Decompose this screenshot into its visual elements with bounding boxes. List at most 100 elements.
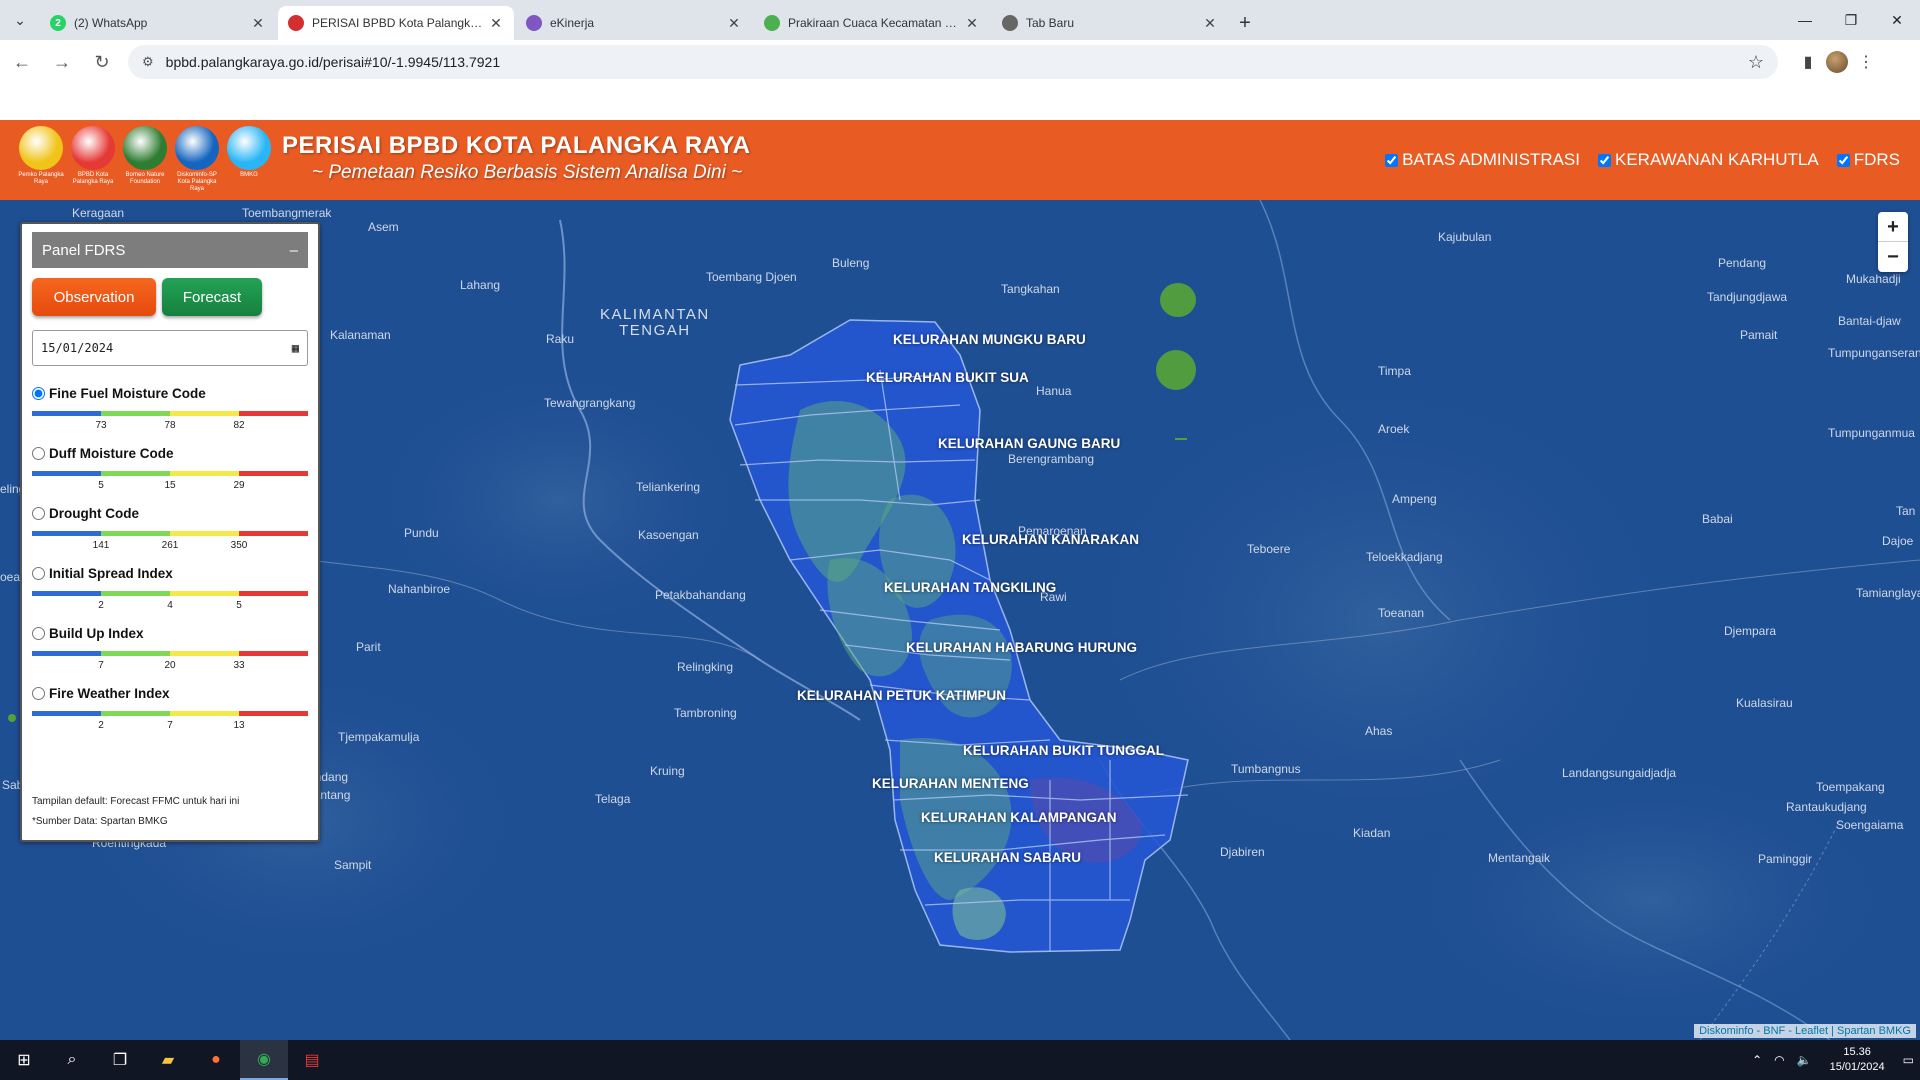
partner-logos: Pemko Palangka Raya BPBD Kota Palangka Ra… [18,126,272,193]
tick-label: 7 [167,720,173,731]
firefox-icon[interactable]: ● [192,1040,240,1080]
browser-address-bar: ← → ↻ ⚙ bpbd.palangkaraya.go.id/perisai#… [0,40,1920,84]
tray-chevron-icon[interactable]: ⌃ [1746,1053,1768,1067]
tab-close-icon[interactable]: ✕ [1202,15,1218,32]
forecast-button[interactable]: Forecast [162,278,262,316]
pdf-reader-icon[interactable]: ▤ [288,1040,336,1080]
kelurahan-label[interactable]: KELURAHAN GAUNG BARU [938,436,1120,451]
back-icon[interactable]: ← [4,44,40,80]
index-name: Initial Spread Index [49,566,173,581]
place-label: Babai [1702,512,1733,526]
place-label: Pundu [404,526,439,540]
browser-tab[interactable]: 2 (2) WhatsApp ✕ [40,6,276,40]
zoom-in-button[interactable]: + [1878,212,1908,242]
index-radio-label[interactable]: Build Up Index [32,626,308,641]
map-attribution[interactable]: Diskominfo - BNF - Leaflet | Spartan BMK… [1694,1024,1916,1038]
kelurahan-label[interactable]: KELURAHAN TANGKILING [884,580,1056,595]
bookmark-star-icon[interactable]: ☆ [1748,52,1764,73]
task-view-icon[interactable]: ❐ [96,1040,144,1080]
search-icon[interactable]: ⌕ [48,1040,96,1080]
logo-emblem-icon [71,126,115,170]
new-tab-button[interactable]: + [1230,6,1260,40]
file-explorer-icon[interactable]: ▰ [144,1040,192,1080]
place-label: Paminggir [1758,852,1813,866]
tab-close-icon[interactable]: ✕ [250,15,266,32]
browser-tab[interactable]: PERISAI BPBD Kota Palangka Ra ✕ [278,6,514,40]
kelurahan-label[interactable]: KELURAHAN BUKIT SUA [866,370,1029,385]
layer-toggles: BATAS ADMINISTRASI KERAWANAN KARHUTLA FD… [1385,150,1900,170]
kelurahan-label[interactable]: KELURAHAN KANARAKAN [962,532,1139,547]
tick-label: 82 [233,420,245,431]
restore-icon[interactable]: ❐ [1828,0,1874,40]
kelurahan-label[interactable]: KELURAHAN PETUK KATIMPUN [797,688,1006,703]
tab-search-icon[interactable]: ⌄ [0,0,40,40]
site-title: PERISAI BPBD KOTA PALANGKA RAYA [282,132,751,159]
index-radio-label[interactable]: Duff Moisture Code [32,446,308,461]
volume-icon[interactable]: 🔈 [1791,1053,1818,1067]
url-text: bpbd.palangkaraya.go.id/perisai#10/-1.99… [165,54,501,70]
observation-button[interactable]: Observation [32,278,156,316]
fdrs-panel: Panel FDRS – Observation Forecast 15/01/… [20,222,320,842]
zoom-control: + − [1878,212,1908,272]
layer-toggle-karhutla[interactable]: KERAWANAN KARHUTLA [1598,150,1819,170]
index-radio[interactable] [32,507,45,520]
panel-header: Panel FDRS – [32,232,308,268]
minimize-icon[interactable]: — [1782,0,1828,40]
place-label: Tangkahan [1001,282,1060,296]
place-label: Rantaukudjang [1786,800,1867,814]
browser-tab[interactable]: Prakiraan Cuaca Kecamatan Sab ✕ [754,6,990,40]
place-label: Timpa [1378,364,1411,378]
chrome-icon[interactable]: ◉ [240,1040,288,1080]
place-label: Kiadan [1353,826,1391,840]
site-info-icon[interactable]: ⚙ [142,54,154,70]
network-icon[interactable]: ◠ [1768,1053,1790,1067]
index-radio-label[interactable]: Initial Spread Index [32,566,308,581]
browser-tab[interactable]: eKinerja ✕ [516,6,752,40]
index-radio[interactable] [32,567,45,580]
browser-menu-icon[interactable]: ⋮ [1848,44,1884,80]
index-radio[interactable] [32,447,45,460]
close-window-icon[interactable]: ✕ [1874,0,1920,40]
kelurahan-label[interactable]: KELURAHAN HABARUNG HURUNG [906,640,1137,655]
layer-checkbox[interactable] [1598,153,1611,167]
panel-collapse-button[interactable]: – [290,242,298,259]
tab-close-icon[interactable]: ✕ [488,15,504,32]
side-panel-icon[interactable]: ▮ [1790,44,1826,80]
index-radio[interactable] [32,627,45,640]
index-radio-label[interactable]: Fine Fuel Moisture Code [32,386,308,401]
place-label: Pamait [1740,328,1778,342]
index-radio-label[interactable]: Fire Weather Index [32,686,308,701]
calendar-icon[interactable]: ▦ [292,341,299,355]
fdrs-index-option: Duff Moisture Code 5 15 29 [32,446,308,492]
tab-close-icon[interactable]: ✕ [964,15,980,32]
index-radio-label[interactable]: Drought Code [32,506,308,521]
windows-start-icon[interactable]: ⊞ [0,1040,48,1080]
layer-toggle-batas[interactable]: BATAS ADMINISTRASI [1385,150,1580,170]
browser-tab[interactable]: Tab Baru ✕ [992,6,1228,40]
tab-close-icon[interactable]: ✕ [726,15,742,32]
place-label: oea [0,570,21,584]
reload-icon[interactable]: ↻ [84,44,120,80]
notification-icon[interactable]: ▭ [1897,1053,1920,1067]
tab-title: eKinerja [550,16,595,30]
index-radio[interactable] [32,687,45,700]
kelurahan-label[interactable]: KELURAHAN KALAMPANGAN [921,810,1117,825]
date-input[interactable]: 15/01/2024 ▦ [32,330,308,366]
place-label: Teliankering [636,480,701,494]
place-label: Sampit [334,858,372,872]
index-radio[interactable] [32,387,45,400]
url-field[interactable]: ⚙ bpbd.palangkaraya.go.id/perisai#10/-1.… [128,45,1778,79]
kelurahan-label[interactable]: KELURAHAN BUKIT TUNGGAL [963,743,1164,758]
layer-toggle-fdrs[interactable]: FDRS [1836,150,1900,170]
layer-checkbox[interactable] [1836,153,1850,167]
taskbar-clock[interactable]: 15.36 15/01/2024 [1818,1045,1897,1075]
layer-checkbox[interactable] [1385,153,1399,167]
place-label: Landangsungaidjadja [1562,766,1677,780]
kelurahan-label[interactable]: KELURAHAN SABARU [934,850,1081,865]
kelurahan-label[interactable]: KELURAHAN MENTENG [872,776,1029,791]
profile-avatar[interactable] [1826,51,1848,73]
forward-icon[interactable]: → [44,44,80,80]
zoom-out-button[interactable]: − [1878,242,1908,272]
fdrs-index-option: Drought Code 141 261 350 [32,506,308,552]
kelurahan-label[interactable]: KELURAHAN MUNGKU BARU [893,332,1086,347]
